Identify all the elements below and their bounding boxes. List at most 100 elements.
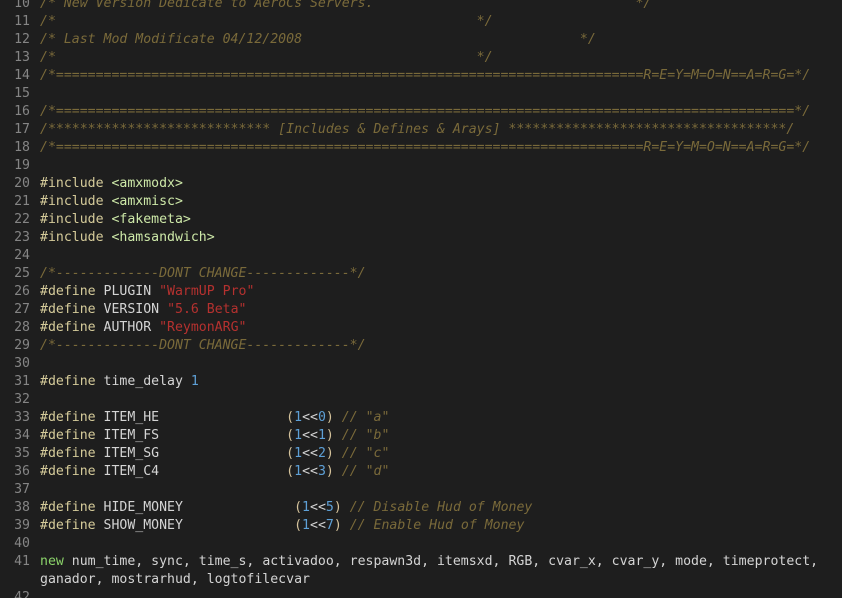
code-token-pp: #define bbox=[40, 320, 104, 335]
code-line[interactable]: 12 /* Last Mod Modificate 04/12/2008 */ bbox=[0, 31, 842, 49]
line-number: 14 bbox=[14, 68, 30, 83]
line-code: #define ITEM_SG (1<<2) // "c" bbox=[40, 445, 389, 463]
code-line[interactable]: 19 bbox=[0, 157, 842, 175]
code-token-plain: ganador, mostrarhud, logtofilecvar bbox=[40, 572, 310, 587]
line-code: #define ITEM_FS (1<<1) // "b" bbox=[40, 427, 389, 445]
code-token-plain: ITEM_HE bbox=[103, 410, 287, 425]
code-line[interactable]: 27 #define VERSION "5.6 Beta" bbox=[0, 301, 842, 319]
code-token-comment: /*======================================… bbox=[40, 104, 811, 119]
code-token-plain: << bbox=[302, 410, 318, 425]
code-line[interactable]: 10 /* New Version Dedicate to AeroCs Serv… bbox=[0, 0, 842, 13]
line-number: 34 bbox=[14, 428, 30, 443]
code-token-comment: /*======================================… bbox=[40, 140, 811, 155]
code-line[interactable]: 23 #include <hamsandwich> bbox=[0, 229, 842, 247]
code-token-plain: PLUGIN bbox=[103, 284, 160, 299]
code-token-plain: ITEM_C4 bbox=[103, 464, 287, 479]
code-token-plain: << bbox=[310, 518, 326, 533]
code-token-pp: #include bbox=[40, 194, 112, 209]
code-token-pp: #define bbox=[40, 410, 104, 425]
code-token-comment: /* */ bbox=[40, 50, 493, 65]
code-line[interactable]: 22 #include <fakemeta> bbox=[0, 211, 842, 229]
line-number: 12 bbox=[14, 32, 30, 47]
code-line[interactable]: 37 bbox=[0, 481, 842, 499]
code-line[interactable]: 20 #include <amxmodx> bbox=[0, 175, 842, 193]
code-token-comment: /* Last Mod Modificate 04/12/2008 */ bbox=[40, 32, 596, 47]
line-code: #include <hamsandwich> bbox=[40, 229, 215, 247]
code-token-comment: // "d" bbox=[341, 464, 390, 479]
code-token-paren: ( bbox=[294, 518, 303, 533]
code-line[interactable]: 14 /*====================================… bbox=[0, 67, 842, 85]
code-line[interactable]: 38 #define HIDE_MONEY (1<<5) // Disable H… bbox=[0, 499, 842, 517]
code-editor[interactable]: 10/* New Version Dedicate to AeroCs Serv… bbox=[0, 0, 842, 598]
code-token-paren: ( bbox=[294, 500, 303, 515]
code-line[interactable]: 21 #include <amxmisc> bbox=[0, 193, 842, 211]
code-line[interactable]: 28 #define AUTHOR "ReymonARG" bbox=[0, 319, 842, 337]
line-number: 38 bbox=[14, 500, 30, 515]
code-line[interactable]: 30 bbox=[0, 355, 842, 373]
line-number: 28 bbox=[14, 320, 30, 335]
code-token-plain: << bbox=[302, 428, 318, 443]
code-token-num: 1 bbox=[294, 464, 303, 479]
code-line[interactable]: ganador, mostrarhud, logtofilecvar bbox=[0, 571, 842, 589]
code-token-pp: #define bbox=[40, 374, 104, 389]
code-line[interactable]: 33 #define ITEM_HE (1<<0) // "a" bbox=[0, 409, 842, 427]
line-number: 31 bbox=[14, 374, 30, 389]
code-line[interactable]: 24 bbox=[0, 247, 842, 265]
line-number: 30 bbox=[14, 356, 30, 371]
code-token-paren: ( bbox=[286, 446, 295, 461]
code-line[interactable]: 34 #define ITEM_FS (1<<1) // "b" bbox=[0, 427, 842, 445]
line-code: /* New Version Dedicate to AeroCs Server… bbox=[40, 0, 651, 13]
code-line[interactable]: 35 #define ITEM_SG (1<<2) // "c" bbox=[0, 445, 842, 463]
code-line[interactable]: 11 /* */ bbox=[0, 13, 842, 31]
code-line[interactable]: 39 #define SHOW_MONEY (1<<7) // Enable Hu… bbox=[0, 517, 842, 535]
code-token-plain: << bbox=[302, 446, 318, 461]
code-token-hdr: <amxmisc> bbox=[111, 194, 183, 209]
code-line[interactable]: 26 #define PLUGIN "WarmUP Pro" bbox=[0, 283, 842, 301]
code-line[interactable]: 13 /* */ bbox=[0, 49, 842, 67]
code-token-plain: SHOW_MONEY bbox=[103, 518, 295, 533]
line-number: 41 bbox=[14, 554, 30, 569]
code-token-comment: // "c" bbox=[341, 446, 390, 461]
code-line[interactable]: 15 bbox=[0, 85, 842, 103]
line-number: 19 bbox=[14, 158, 30, 173]
code-token-comment: // Disable Hud of Money bbox=[349, 500, 533, 515]
code-token-str: "5.6 Beta" bbox=[167, 302, 247, 317]
code-token-paren: ( bbox=[286, 428, 295, 443]
code-line[interactable]: 40 bbox=[0, 535, 842, 553]
line-number: 37 bbox=[14, 482, 30, 497]
code-line[interactable]: 42 bbox=[0, 589, 842, 598]
code-token-str: "ReymonARG" bbox=[159, 320, 247, 335]
code-token-plain: HIDE_MONEY bbox=[103, 500, 295, 515]
line-code: #define ITEM_C4 (1<<3) // "d" bbox=[40, 463, 389, 481]
line-number: 40 bbox=[14, 536, 30, 551]
code-token-num: 1 bbox=[302, 518, 310, 533]
code-line[interactable]: 18 /*====================================… bbox=[0, 139, 842, 157]
code-token-pp: #define bbox=[40, 428, 104, 443]
line-number: 25 bbox=[14, 266, 30, 281]
code-line[interactable]: 36 #define ITEM_C4 (1<<3) // "d" bbox=[0, 463, 842, 481]
line-code: /*======================================… bbox=[40, 103, 810, 121]
line-code: /* */ bbox=[40, 13, 493, 31]
code-line[interactable]: 41 new num_time, sync, time_s, activadoo,… bbox=[0, 553, 842, 571]
code-line[interactable]: 16 /*====================================… bbox=[0, 103, 842, 121]
code-line[interactable]: 25 /*-------------DONT CHANGE------------… bbox=[0, 265, 842, 283]
line-code: /*======================================… bbox=[40, 139, 810, 157]
code-token-paren: ) bbox=[325, 446, 342, 461]
code-token-comment: /*-------------DONT CHANGE-------------*… bbox=[40, 266, 366, 281]
code-token-hdr: <fakemeta> bbox=[111, 212, 191, 227]
line-number: 16 bbox=[14, 104, 30, 119]
code-line[interactable]: 31 #define time_delay 1 bbox=[0, 373, 842, 391]
code-token-num: 1 bbox=[294, 410, 303, 425]
line-code: /* */ bbox=[40, 49, 493, 67]
code-line[interactable]: 29 /*-------------DONT CHANGE------------… bbox=[0, 337, 842, 355]
code-token-plain: AUTHOR bbox=[103, 320, 160, 335]
line-number: 33 bbox=[14, 410, 30, 425]
line-number: 20 bbox=[14, 176, 30, 191]
code-token-pp: #include bbox=[40, 230, 112, 245]
line-number: 17 bbox=[14, 122, 30, 137]
code-line[interactable]: 32 bbox=[0, 391, 842, 409]
code-line[interactable]: 17 /**************************** [Include… bbox=[0, 121, 842, 139]
code-token-num: 1 bbox=[317, 428, 326, 443]
code-token-kw: new bbox=[40, 554, 72, 569]
code-token-plain: VERSION bbox=[103, 302, 168, 317]
